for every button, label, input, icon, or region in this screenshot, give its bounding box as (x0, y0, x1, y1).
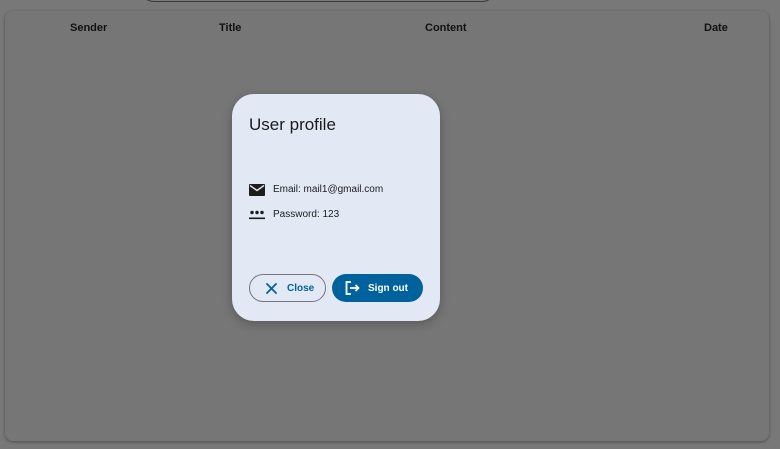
password-icon (249, 208, 265, 222)
logout-icon (344, 280, 360, 296)
password-text: Password: 123 (273, 209, 340, 220)
email-row: Email: mail1@gmail.com (249, 183, 383, 197)
close-icon (263, 280, 279, 296)
mail-icon (249, 183, 265, 197)
email-text: Email: mail1@gmail.com (273, 184, 384, 195)
close-button[interactable]: Close (249, 274, 326, 302)
column-header-date[interactable]: Date (704, 21, 728, 35)
column-header-content[interactable]: Content (425, 21, 467, 35)
sign-out-button[interactable]: Sign out (332, 274, 423, 302)
sign-out-button-label: Sign out (368, 282, 408, 294)
close-button-label: Close (287, 282, 315, 294)
search-bar[interactable] (140, 0, 496, 2)
dialog-title: User profile (249, 115, 336, 134)
column-header-title[interactable]: Title (219, 21, 241, 35)
app-window: Sender Title Content Date User profile E… (0, 0, 780, 449)
user-profile-dialog: User profile Email: mail1@gmail.com Pass… (232, 94, 440, 321)
password-row: Password: 123 (249, 208, 339, 222)
column-header-sender[interactable]: Sender (70, 21, 107, 35)
